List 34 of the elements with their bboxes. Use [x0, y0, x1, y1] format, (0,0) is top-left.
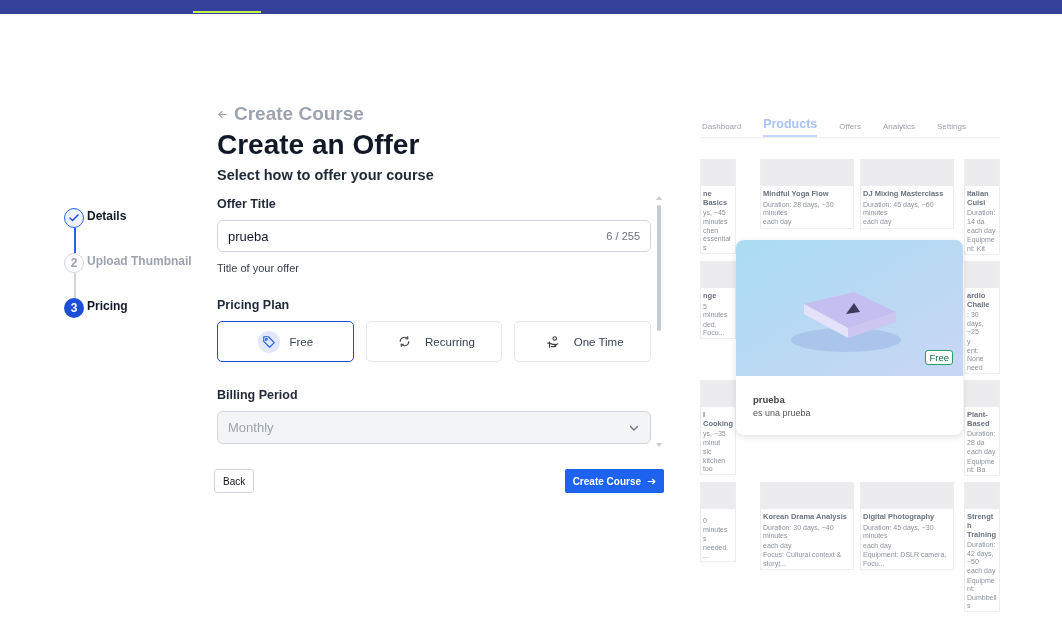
helper-text: Title of your offer	[217, 262, 300, 274]
card-thumbnail	[965, 381, 999, 408]
card-thumbnail	[701, 262, 735, 289]
page-subtitle: Select how to offer your course	[217, 167, 435, 183]
preview-tab[interactable]: Dashboard	[702, 122, 742, 137]
tag-icon	[261, 334, 276, 349]
offer-name: prueba	[753, 394, 786, 405]
step-label[interactable]: Pricing	[87, 298, 128, 313]
pricing-option[interactable]: Recurring	[365, 321, 503, 362]
arrow-left-icon	[217, 108, 228, 120]
field-label: Offer Title	[217, 197, 277, 211]
card-thumbnail	[701, 381, 735, 408]
preview-tab[interactable]: Settings	[937, 122, 966, 137]
active-tab-indicator	[193, 11, 261, 13]
pricing-option[interactable]: One Time	[514, 321, 651, 362]
step-number[interactable]: 2	[64, 253, 84, 273]
preview-tab[interactable]: Analytics	[882, 122, 915, 137]
price-badge: Free	[925, 350, 953, 365]
field-label: Pricing Plan	[217, 298, 291, 312]
offer-description: es una prueba	[753, 408, 812, 418]
step-number[interactable]: 3	[64, 298, 84, 318]
card-thumbnail	[965, 262, 999, 289]
pricing-option[interactable]: Free	[217, 321, 354, 362]
step-label[interactable]: Details	[87, 208, 127, 223]
offer-title-input[interactable]: prueba 6 / 255	[217, 220, 651, 252]
page-title: Create an Offer	[217, 129, 421, 161]
refresh-icon	[397, 335, 411, 348]
back-button[interactable]: Back	[214, 469, 255, 493]
preview-tab[interactable]: Offers	[839, 122, 861, 137]
field-label: Billing Period	[217, 388, 299, 402]
hand-coins-icon	[545, 334, 560, 349]
arrow-right-icon	[647, 476, 656, 486]
step-check-icon[interactable]	[64, 208, 84, 228]
create-course-button[interactable]: Create Course	[564, 469, 664, 493]
